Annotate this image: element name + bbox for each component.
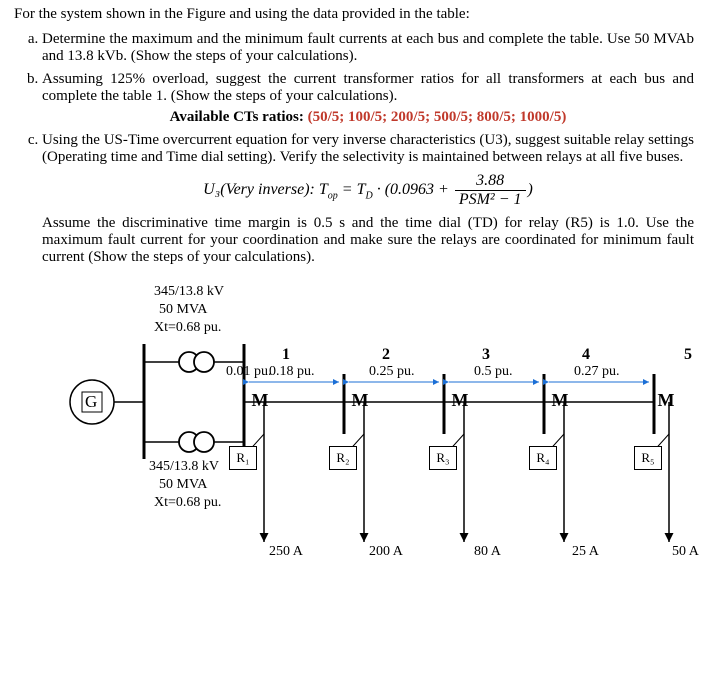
tx2-kv: 345/13.8 kV [149,459,219,475]
breaker-icon-1: M [248,391,272,409]
load-5: 50 A [672,544,699,560]
relay-R1: R₁ [229,446,257,470]
breaker-icon-2: M [348,391,372,409]
tx2-mva: 50 MVA [159,477,207,493]
tx1-kv: 345/13.8 kV [154,284,224,300]
diagram-svg [14,284,694,584]
load-4: 25 A [572,544,599,560]
span-12: 0.18 pu. [269,364,315,380]
load-3: 80 A [474,544,501,560]
breaker-icon-5: M [654,391,678,409]
bus-1: 1 [282,346,290,364]
tx1-mva: 50 MVA [159,302,207,318]
relay-R3: R₃ [429,446,457,470]
assumption-note: Assume the discriminative time margin is… [42,215,694,266]
breaker-icon-4: M [548,391,572,409]
part-b-text: Assuming 125% overload, suggest the curr… [42,71,694,104]
cts-label: Available CTs ratios: [170,109,304,125]
part-b: Assuming 125% overload, suggest the curr… [42,71,694,126]
tx1-xt: Xt=0.68 pu. [154,320,221,336]
part-a: Determine the maximum and the minimum fa… [42,31,694,65]
bus-2: 2 [382,346,390,364]
one-line-diagram: 345/13.8 kV 50 MVA Xt=0.68 pu. 345/13.8 … [14,284,694,584]
bus-3: 3 [482,346,490,364]
relay-R2: R₂ [329,446,357,470]
breaker-icon-3: M [448,391,472,409]
cts-ratios: (50/5; 100/5; 200/5; 500/5; 800/5; 1000/… [308,109,567,125]
span-45: 0.27 pu. [574,364,620,380]
gen-label: G [85,392,97,412]
part-c: Using the US-Time overcurrent equation f… [42,132,694,266]
tx2-xt: Xt=0.68 pu. [154,495,221,511]
load-2: 200 A [369,544,403,560]
relay-R4: R₄ [529,446,557,470]
xg-label: 0.01 pu. [226,364,272,380]
relay-R5: R₅ [634,446,662,470]
bus-4: 4 [582,346,590,364]
span-23: 0.25 pu. [369,364,415,380]
bus-5: 5 [684,346,692,364]
span-34: 0.5 pu. [474,364,513,380]
load-1: 250 A [269,544,303,560]
intro-text: For the system shown in the Figure and u… [14,6,694,23]
equation: U₃(Very inverse): Top = TD · (0.0963 + 3… [42,172,694,209]
part-c-text: Using the US-Time overcurrent equation f… [42,132,694,165]
